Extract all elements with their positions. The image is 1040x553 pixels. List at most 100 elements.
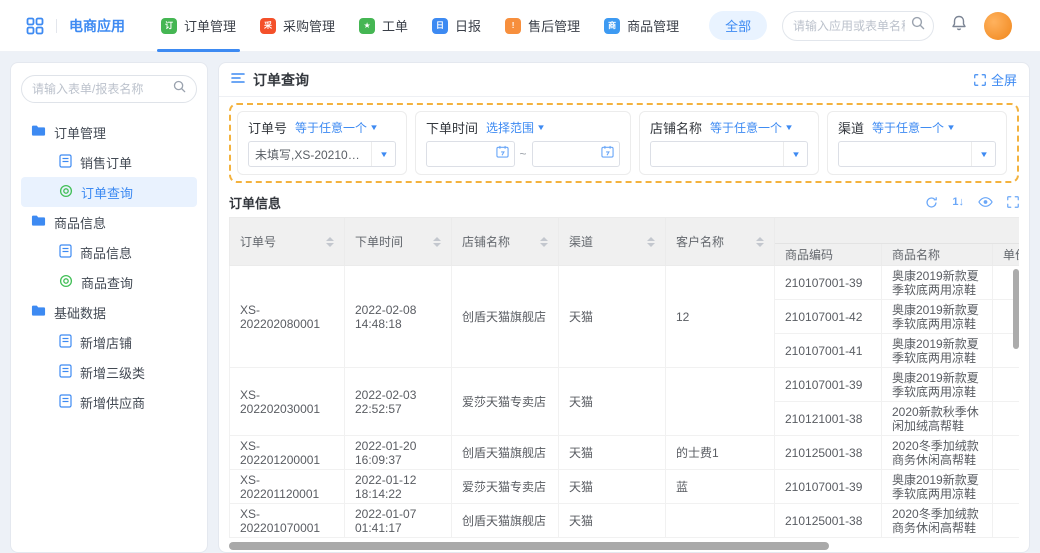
nav-tab-order-mgmt[interactable]: 订订单管理: [149, 0, 248, 52]
column-header[interactable]: 下单时间: [345, 218, 452, 266]
sort-arrows-icon[interactable]: [647, 237, 655, 247]
date-input-to[interactable]: [532, 141, 621, 167]
product-column-header[interactable]: 商品名称: [882, 244, 993, 266]
nav-tab-daily-report[interactable]: 日日报: [420, 0, 493, 52]
navbar-search-input[interactable]: [793, 19, 905, 33]
nav-tab-purchase-mgmt[interactable]: 采采购管理: [248, 0, 347, 52]
nav-tab-aftersale-mgmt[interactable]: !售后管理: [493, 0, 592, 52]
apps-grid-icon[interactable]: [26, 17, 44, 35]
column-header[interactable]: 店铺名称: [452, 218, 559, 266]
column-header-content: 订单号: [240, 233, 334, 250]
filter-name: 渠道: [838, 118, 864, 137]
purchase-tab-icon: 采: [260, 18, 276, 34]
cell-order-no: XS-202201120001: [230, 470, 345, 504]
sidebar-item-product-query[interactable]: 商品查询: [21, 267, 197, 297]
date-from-field[interactable]: [432, 147, 492, 162]
nav-tab-product-mgmt[interactable]: 商商品管理: [592, 0, 691, 52]
sidebar-item-order-mgmt-folder[interactable]: 订单管理: [21, 117, 197, 147]
filter-condition-dropdown[interactable]: 等于任意一个▼: [710, 119, 793, 136]
sort-arrows-icon[interactable]: [326, 237, 334, 247]
table-row: XS-2022011200012022-01-12 18:14:22爱莎天猫专卖…: [230, 470, 1020, 504]
nav-divider: [56, 19, 57, 33]
date-input-from[interactable]: [426, 141, 515, 167]
filter-condition-dropdown[interactable]: 等于任意一个▼: [295, 119, 378, 136]
column-header-label: 渠道: [569, 233, 593, 250]
sort-arrows-icon[interactable]: [433, 237, 441, 247]
filter-select-shop-name[interactable]: ▼: [650, 141, 808, 167]
sort-arrows-icon[interactable]: [540, 237, 548, 247]
sidebar-item-product-info-folder[interactable]: 商品信息: [21, 207, 197, 237]
nav-tab-work-order[interactable]: ★工单: [347, 0, 420, 52]
sidebar-item-new-supplier[interactable]: 新增供应商: [21, 387, 197, 417]
cell-product-name: 奥康2019新款夏季软底两用凉鞋: [882, 300, 993, 334]
navbar-search[interactable]: [782, 11, 934, 41]
sidebar-search-input[interactable]: [32, 82, 167, 96]
calendar-icon[interactable]: [601, 145, 614, 163]
sidebar-item-sales-order[interactable]: 销售订单: [21, 147, 197, 177]
cell-order-no: XS-202202030001: [230, 368, 345, 436]
search-icon[interactable]: [911, 16, 925, 35]
page-title: 订单查询: [253, 70, 309, 90]
cell-customer-name: [666, 504, 775, 538]
filter-card-order-no: 订单号等于任意一个▼ 未填写,XS-20210107000...▼: [237, 111, 407, 175]
doc-icon: [59, 364, 72, 381]
search-icon[interactable]: [173, 80, 186, 98]
brand-app-name[interactable]: 电商应用: [69, 16, 125, 36]
calendar-icon[interactable]: [496, 145, 509, 163]
filter-select-order-no[interactable]: 未填写,XS-20210107000...▼: [248, 141, 396, 167]
bell-icon[interactable]: [950, 14, 968, 37]
sidebar-item-base-data-folder[interactable]: 基础数据: [21, 297, 197, 327]
filter-label-row: 渠道等于任意一个▼: [838, 119, 996, 135]
cell-product-name: 奥康2019新款夏季软底两用凉鞋: [882, 368, 993, 402]
nav-tab-label: 采购管理: [283, 16, 335, 35]
cell-product-name: 2020冬季加绒款商务休闲高帮鞋: [882, 504, 993, 538]
cell-product-name: 奥康2019新款夏季软底两用凉鞋: [882, 334, 993, 368]
chevron-down-icon: ▼: [536, 123, 546, 132]
chevron-down-icon: ▼: [791, 150, 801, 159]
filter-panel: 订单号等于任意一个▼ 未填写,XS-20210107000...▼ 下单时间选择范围…: [229, 103, 1019, 183]
fullscreen-button[interactable]: 全屏: [974, 70, 1017, 89]
filter-select-channel[interactable]: ▼: [838, 141, 996, 167]
date-to-field[interactable]: [538, 147, 598, 162]
fullscreen-expand-icon[interactable]: [1007, 196, 1019, 208]
cell-product-code: 210107001-39: [775, 266, 882, 300]
sidebar-item-order-query[interactable]: 订单查询: [21, 177, 197, 207]
chevron-down-icon: ▼: [379, 150, 389, 159]
user-avatar[interactable]: [984, 12, 1012, 40]
sidebar-search[interactable]: [21, 75, 197, 103]
folder-icon: [31, 124, 46, 140]
cell-order-time: 2022-01-07 01:41:17: [345, 504, 452, 538]
chevron-down-icon: ▼: [784, 123, 794, 132]
doc-icon: [59, 244, 72, 261]
filter-card-order-time: 下单时间选择范围▼~: [415, 111, 631, 175]
collapse-menu-icon[interactable]: [231, 71, 245, 89]
eye-icon[interactable]: [978, 196, 993, 208]
cell-product-code: 210107001-42: [775, 300, 882, 334]
sort-arrows-icon[interactable]: [756, 237, 764, 247]
sidebar-item-label: 基础数据: [54, 303, 106, 322]
cell-product-name: 2020冬季加绒款商务休闲高帮鞋: [882, 436, 993, 470]
vertical-scrollbar[interactable]: [1013, 269, 1019, 349]
sidebar-item-label: 商品信息: [80, 243, 132, 262]
product-column-header[interactable]: 商品编码: [775, 244, 882, 266]
column-header[interactable]: 客户名称: [666, 218, 775, 266]
column-header[interactable]: 渠道: [559, 218, 666, 266]
refresh-icon[interactable]: [925, 196, 938, 209]
folder-icon: [31, 304, 46, 320]
order-tab-icon: 订: [161, 18, 177, 34]
product-column-header[interactable]: 单价: [993, 244, 1020, 266]
filter-condition-dropdown[interactable]: 选择范围▼: [486, 119, 545, 136]
filter-condition-dropdown[interactable]: 等于任意一个▼: [872, 119, 955, 136]
sidebar-item-new-shop[interactable]: 新增店铺: [21, 327, 197, 357]
sidebar-item-new-category[interactable]: 新增三级类: [21, 357, 197, 387]
horizontal-scrollbar-thumb[interactable]: [229, 542, 829, 550]
sidebar-item-product-info[interactable]: 商品信息: [21, 237, 197, 267]
target-icon: [59, 184, 73, 201]
filter-label-row: 订单号等于任意一个▼: [248, 119, 396, 135]
column-header[interactable]: 订单号: [230, 218, 345, 266]
sort-icon[interactable]: 1↓: [952, 196, 964, 208]
cell-order-no: XS-202201200001: [230, 436, 345, 470]
cell-unit-price: [993, 436, 1020, 470]
all-apps-button[interactable]: 全部: [709, 11, 767, 40]
doc-icon: [59, 154, 72, 171]
